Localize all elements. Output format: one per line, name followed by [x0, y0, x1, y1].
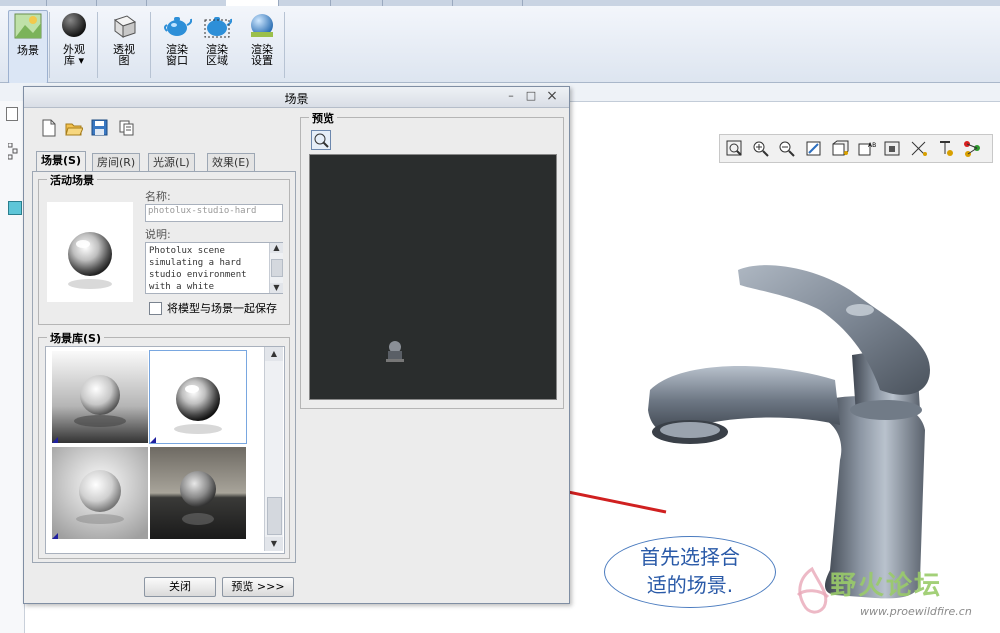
- scene-name-field[interactable]: photolux-studio-hard: [145, 204, 283, 222]
- scroll-thumb[interactable]: [267, 497, 282, 535]
- save-with-model-label: 将模型与场景一起保存: [167, 302, 277, 315]
- scene-description-field[interactable]: Photolux scene simulating a hard studio …: [145, 242, 283, 294]
- tab-lights[interactable]: 光源(L): [148, 153, 195, 172]
- save-with-model-checkbox[interactable]: [149, 302, 162, 315]
- restore-button[interactable]: □: [524, 89, 538, 103]
- description-line: studio environment: [149, 270, 247, 280]
- scene-library-label: 场景库(S): [47, 330, 104, 346]
- minimize-button[interactable]: –: [504, 89, 518, 103]
- tab-room[interactable]: 房间(R): [92, 153, 141, 172]
- active-scene-group: 活动场景 名称: photolux-studio-hard 说明: Photol…: [38, 172, 290, 325]
- dialog-titlebar[interactable]: 场景 – □ ×: [24, 87, 569, 108]
- active-scene-thumbnail: [47, 202, 133, 302]
- library-scrollbar[interactable]: ▲ ▼: [264, 347, 283, 551]
- scene-library-list: ▲ ▼: [45, 346, 285, 554]
- annotation-line-2: 适的场景.: [646, 573, 734, 597]
- watermark-url: www.proewildfire.cn: [860, 605, 972, 618]
- scene-thumbnail[interactable]: [150, 447, 246, 539]
- name-label: 名称:: [145, 190, 171, 203]
- preview-button[interactable]: 预览 >>>: [222, 577, 294, 597]
- scene-thumbnail[interactable]: [52, 351, 148, 443]
- close-window-button[interactable]: ×: [545, 89, 559, 103]
- description-line: simulating a hard: [149, 258, 242, 268]
- copy-scene-icon[interactable]: [118, 119, 136, 137]
- tab-scene[interactable]: 场景(S): [36, 151, 86, 172]
- preview-label: 预览: [309, 110, 337, 126]
- annotation-bubble: 首先选择合 适的场景.: [604, 536, 776, 608]
- forum-watermark: 野火论坛 www.proewildfire.cn: [796, 565, 1000, 625]
- scroll-up-icon[interactable]: ▲: [270, 243, 283, 253]
- tab-effects[interactable]: 效果(E): [207, 153, 255, 172]
- annotation-line-1: 首先选择合: [640, 545, 740, 569]
- preview-viewport[interactable]: [309, 154, 557, 400]
- watermark-logo-icon: [796, 566, 830, 614]
- scroll-down-icon[interactable]: ▼: [270, 283, 283, 293]
- open-folder-icon[interactable]: [65, 119, 84, 137]
- description-label: 说明:: [145, 228, 171, 241]
- description-line: Photolux scene: [149, 246, 225, 256]
- watermark-title: 野火论坛: [830, 571, 943, 601]
- preview-zoom-icon[interactable]: [311, 130, 331, 150]
- scene-library-group: 场景库(S) ▲ ▼: [38, 330, 290, 559]
- preview-group: 预览: [300, 110, 564, 409]
- active-scene-group-label: 活动场景: [47, 172, 97, 188]
- preview-model: [386, 341, 404, 362]
- scene-thumbnail-selected[interactable]: [149, 350, 247, 444]
- scroll-thumb[interactable]: [271, 259, 283, 277]
- scene-dialog: 场景 – □ × 场景(S) 房间(R) 光源(L) 效果(E) 活动场景 名称…: [23, 86, 570, 604]
- dialog-title: 场景: [284, 92, 309, 106]
- new-scene-icon[interactable]: [40, 119, 58, 137]
- scroll-down-icon[interactable]: ▼: [265, 537, 283, 551]
- scroll-up-icon[interactable]: ▲: [265, 347, 283, 361]
- scene-thumbnail[interactable]: [52, 447, 148, 539]
- close-button[interactable]: 关闭: [144, 577, 216, 597]
- description-line: with a white: [149, 282, 215, 292]
- save-scene-icon[interactable]: [91, 119, 109, 137]
- description-scrollbar[interactable]: ▲ ▼: [269, 243, 283, 293]
